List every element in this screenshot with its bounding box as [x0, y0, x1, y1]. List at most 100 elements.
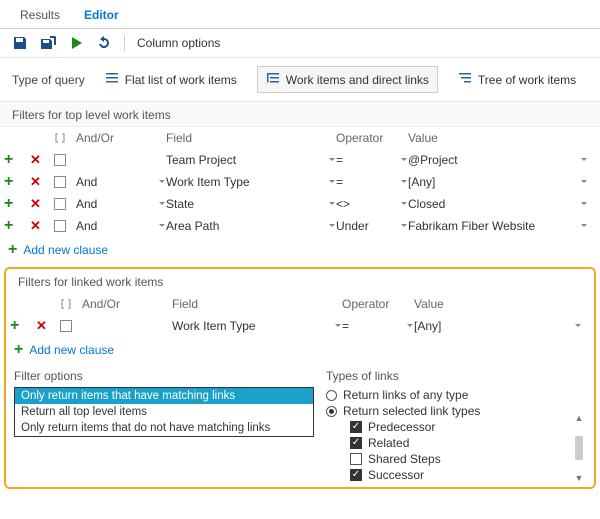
- link-type-label: Related: [368, 436, 409, 450]
- link-type-item[interactable]: Successor: [350, 467, 586, 483]
- andor-dropdown[interactable]: And: [76, 219, 166, 233]
- col-operator-linked: Operator: [342, 297, 414, 311]
- value-dropdown[interactable]: [Any]: [408, 175, 580, 189]
- filter-option-item[interactable]: Only return items that have matching lin…: [15, 388, 313, 404]
- value-dropdown[interactable]: @Project: [408, 153, 580, 167]
- clause-checkbox[interactable]: [54, 154, 66, 166]
- clause-row: + ✕ AndArea PathUnderFabrikam Fiber Websit…: [0, 215, 600, 237]
- add-clause-top[interactable]: Add new clause: [23, 243, 108, 257]
- revert-icon[interactable]: [96, 35, 112, 51]
- checkbox-icon[interactable]: [350, 469, 362, 481]
- delete-clause-icon[interactable]: ✕: [36, 318, 47, 334]
- filters-top-header: Filters for top level work items: [0, 102, 600, 127]
- delete-clause-icon[interactable]: ✕: [30, 196, 41, 212]
- filters-top-grid: And/Or Field Operator Value + ✕ Team Proje…: [0, 127, 600, 265]
- group-icon: [54, 133, 76, 143]
- field-dropdown[interactable]: Work Item Type: [166, 175, 336, 189]
- query-type-row: Type of query Flat list of work items Wo…: [0, 58, 600, 102]
- delete-clause-icon[interactable]: ✕: [30, 152, 41, 168]
- radio-icon: [326, 406, 337, 417]
- checkbox-icon[interactable]: [350, 421, 362, 433]
- direct-links-icon: [266, 71, 280, 88]
- scroll-up-icon[interactable]: ▲: [575, 413, 584, 423]
- andor-dropdown[interactable]: And: [76, 175, 166, 189]
- value-dropdown[interactable]: Closed: [408, 197, 580, 211]
- query-type-tree-label: Tree of work items: [478, 73, 576, 87]
- clause-checkbox[interactable]: [54, 220, 66, 232]
- link-type-label: Shared Steps: [368, 452, 441, 466]
- tab-editor[interactable]: Editor: [72, 0, 131, 28]
- links-selected-radio[interactable]: Return selected link types: [326, 403, 586, 419]
- link-type-label: Predecessor: [368, 420, 435, 434]
- clause-row: + ✕ AndState<>Closed: [0, 193, 600, 215]
- field-dropdown[interactable]: Team Project: [166, 153, 336, 167]
- clause-checkbox[interactable]: [54, 176, 66, 188]
- run-icon[interactable]: [68, 35, 84, 51]
- links-any-radio[interactable]: Return links of any type: [326, 387, 586, 403]
- insert-clause-icon[interactable]: +: [4, 195, 13, 213]
- filter-option-item[interactable]: Return all top level items: [15, 404, 313, 420]
- clause-checkbox[interactable]: [60, 320, 72, 332]
- save-icon[interactable]: [12, 35, 28, 51]
- link-type-item[interactable]: Predecessor: [350, 419, 586, 435]
- value-dropdown[interactable]: [Any]: [414, 319, 574, 333]
- insert-clause-icon[interactable]: +: [4, 173, 13, 191]
- checkbox-icon[interactable]: [350, 453, 362, 465]
- tab-results[interactable]: Results: [8, 0, 72, 28]
- filters-top-head: And/Or Field Operator Value: [0, 127, 600, 149]
- tree-icon: [458, 71, 472, 88]
- value-dropdown[interactable]: Fabrikam Fiber Website: [408, 219, 580, 233]
- delete-clause-icon[interactable]: ✕: [30, 218, 41, 234]
- insert-clause-icon[interactable]: +: [10, 317, 19, 335]
- query-type-direct-label: Work items and direct links: [286, 73, 429, 87]
- operator-dropdown[interactable]: =: [336, 153, 408, 167]
- field-dropdown[interactable]: Work Item Type: [172, 319, 342, 333]
- filter-options-listbox[interactable]: Only return items that have matching lin…: [14, 387, 314, 437]
- save-copy-icon[interactable]: [40, 35, 56, 51]
- query-type-label: Type of query: [12, 73, 85, 87]
- add-clause-linked-icon[interactable]: +: [14, 341, 23, 359]
- operator-dropdown[interactable]: Under: [336, 219, 408, 233]
- scroll-down-icon[interactable]: ▼: [575, 473, 584, 483]
- andor-dropdown[interactable]: And: [76, 197, 166, 211]
- clause-checkbox[interactable]: [54, 198, 66, 210]
- delete-clause-icon[interactable]: ✕: [30, 174, 41, 190]
- col-field-linked: Field: [172, 297, 342, 311]
- clause-row: + ✕ Work Item Type=[Any]: [6, 315, 594, 337]
- col-value-linked: Value: [414, 297, 574, 311]
- toolbar: Column options: [0, 29, 600, 58]
- filter-options-header: Filter options: [14, 369, 314, 383]
- types-of-links-header: Types of links: [326, 369, 586, 383]
- field-dropdown[interactable]: State: [166, 197, 336, 211]
- col-value: Value: [408, 131, 580, 145]
- clause-row: + ✕ Team Project=@Project: [0, 149, 600, 171]
- link-type-item[interactable]: Related: [350, 435, 586, 451]
- link-types-scrollbar[interactable]: ▲ ▼: [572, 413, 586, 483]
- filter-option-item[interactable]: Only return items that do not have match…: [15, 420, 313, 436]
- scroll-thumb[interactable]: [575, 436, 583, 460]
- insert-clause-icon[interactable]: +: [4, 217, 13, 235]
- linked-section-highlight: Filters for linked work items And/Or Fie…: [4, 267, 596, 489]
- col-field: Field: [166, 131, 336, 145]
- flat-list-icon: [105, 71, 119, 88]
- add-clause-linked[interactable]: Add new clause: [29, 343, 114, 357]
- insert-clause-icon[interactable]: +: [4, 151, 13, 169]
- field-dropdown[interactable]: Area Path: [166, 219, 336, 233]
- filters-linked-grid: And/Or Field Operator Value + ✕ Work Item …: [6, 293, 594, 365]
- query-type-tree[interactable]: Tree of work items: [450, 67, 584, 92]
- column-options-button[interactable]: Column options: [137, 36, 220, 50]
- col-andor-linked: And/Or: [82, 297, 172, 311]
- checkbox-icon[interactable]: [350, 437, 362, 449]
- operator-dropdown[interactable]: <>: [336, 197, 408, 211]
- links-any-label: Return links of any type: [343, 388, 468, 402]
- add-clause-icon[interactable]: +: [8, 241, 17, 259]
- operator-dropdown[interactable]: =: [342, 319, 414, 333]
- link-type-item[interactable]: Shared Steps: [350, 451, 586, 467]
- radio-icon: [326, 390, 337, 401]
- operator-dropdown[interactable]: =: [336, 175, 408, 189]
- toolbar-divider: [124, 35, 125, 51]
- filters-linked-head: And/Or Field Operator Value: [6, 293, 594, 315]
- query-type-flat[interactable]: Flat list of work items: [97, 67, 245, 92]
- query-type-direct[interactable]: Work items and direct links: [257, 66, 438, 93]
- links-selected-label: Return selected link types: [343, 404, 480, 418]
